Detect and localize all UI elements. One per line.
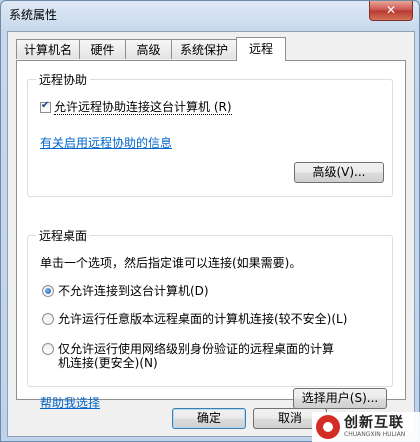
option-allow-nla-only-label-1: 仅允许运行使用网络级别身份验证的远程桌面的计算 [58, 342, 335, 356]
help-me-choose-link[interactable]: 帮助我选择 [40, 394, 100, 411]
tab-remote[interactable]: 远程 [236, 37, 286, 61]
window-title: 系统属性 [9, 8, 58, 22]
system-properties-window: 系统属性 ✕ 计算机名 硬件 高级 系统保护 远程 远程协助 允许远程协助连接这… [0, 0, 420, 442]
tab-hardware[interactable]: 硬件 [79, 39, 126, 59]
remote-assistance-label: 远程协助 [36, 71, 91, 88]
remote-assistance-info-link[interactable]: 有关启用远程协助的信息 [40, 134, 172, 151]
allow-remote-assistance-row[interactable]: 允许远程协助连接这台计算机 (R) [40, 98, 232, 115]
watermark-sub: CHUANGXIN HULIAN [344, 430, 406, 438]
close-button[interactable]: ✕ [369, 1, 413, 21]
tab-computer-name[interactable]: 计算机名 [16, 39, 80, 59]
close-icon: ✕ [385, 3, 397, 17]
radio-allow-any-version[interactable] [42, 313, 54, 325]
tab-system-protection[interactable]: 系统保护 [171, 39, 237, 59]
watermark-brand: 创新互联 [344, 414, 404, 431]
radio-deny-connections[interactable] [42, 285, 54, 297]
option-deny-connections-label: 不允许连接到这台计算机(D) [58, 284, 209, 298]
remote-desktop-group: 远程桌面 单击一个选项，然后指定谁可以连接(如果需要)。 不允许连接到这台计算机… [27, 227, 393, 410]
watermark: 创新互联 CHUANGXIN HULIAN [312, 412, 420, 442]
radio-allow-nla-only[interactable] [42, 343, 54, 355]
advanced-button[interactable]: 高级(V)... [294, 162, 384, 183]
remote-desktop-instruction: 单击一个选项，然后指定谁可以连接(如果需要)。 [40, 256, 302, 270]
option-deny-connections[interactable]: 不允许连接到这台计算机(D) [42, 282, 209, 299]
tab-advanced[interactable]: 高级 [125, 39, 172, 59]
tab-panel-remote: 远程协助 允许远程协助连接这台计算机 (R) 有关启用远程协助的信息 高级(V)… [16, 60, 406, 410]
ok-button[interactable]: 确定 [172, 408, 246, 429]
option-allow-any-version[interactable]: 允许运行任意版本远程桌面的计算机连接(较不安全)(L) [42, 310, 347, 327]
option-allow-any-version-label: 允许运行任意版本远程桌面的计算机连接(较不安全)(L) [58, 312, 348, 326]
dialog-client: 计算机名 硬件 高级 系统保护 远程 远程协助 允许远程协助连接这台计算机 (R… [7, 31, 415, 437]
remote-desktop-label: 远程桌面 [36, 227, 91, 244]
option-allow-nla-only[interactable]: 仅允许运行使用网络级别身份验证的远程桌面的计算 机连接(更安全)(N) [42, 342, 334, 370]
select-users-button[interactable]: 选择用户(S)... [293, 388, 387, 409]
remote-assistance-group: 远程协助 允许远程协助连接这台计算机 (R) 有关启用远程协助的信息 高级(V)… [27, 71, 393, 197]
watermark-text: 创新互联 CHUANGXIN HULIAN [344, 414, 406, 439]
allow-remote-assistance-label: 允许远程协助连接这台计算机 (R) [54, 100, 232, 115]
brand-logo-icon [316, 415, 340, 439]
allow-remote-assistance-checkbox[interactable] [40, 100, 51, 113]
option-allow-nla-only-label-2: 机连接(更安全)(N) [58, 356, 158, 370]
